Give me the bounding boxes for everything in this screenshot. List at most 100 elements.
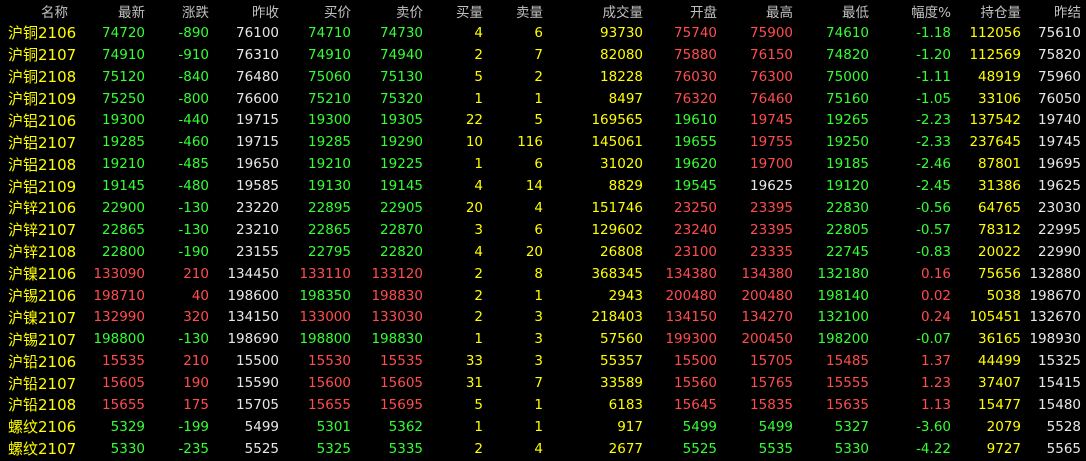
cell-open: 200480 — [665, 287, 717, 304]
header-bid-volume[interactable]: 买量 — [428, 0, 488, 22]
cell-prev-settle: 132670 — [1029, 309, 1081, 326]
cell-low: 22830 — [826, 199, 869, 216]
cell-prev-close: 134150 — [227, 309, 279, 326]
table-row[interactable]: 沪镍2106 133090 210 134450 133110 133120 2 8 36834… — [0, 263, 1086, 285]
cell-ask-volume: 8 — [534, 265, 543, 282]
cell-bid-volume: 5 — [474, 396, 483, 413]
cell-high: 76300 — [750, 68, 793, 85]
cell-prev-settle: 132880 — [1029, 265, 1081, 282]
table-row[interactable]: 沪锡2107 198800 -130 198690 198800 198830 1 3 5756… — [0, 328, 1086, 350]
cell-change: 210 — [183, 353, 209, 370]
cell-high: 200450 — [741, 331, 793, 348]
cell-ask-volume: 6 — [534, 156, 543, 173]
cell-open-interest: 37407 — [978, 375, 1021, 392]
cell-name: 沪铜2107 — [8, 46, 77, 65]
cell-open-interest: 75656 — [978, 265, 1021, 282]
table-row[interactable]: 沪锌2107 22865 -130 23210 22865 22870 3 6 129602 23… — [0, 219, 1086, 241]
table-row[interactable]: 沪锌2106 22900 -130 23220 22895 22905 20 4 151746 2… — [0, 197, 1086, 219]
header-ask[interactable]: 卖价 — [356, 0, 428, 22]
cell-ask: 22820 — [380, 243, 423, 260]
cell-low: 74610 — [826, 24, 869, 41]
header-prev-settle[interactable]: 昨结 — [1026, 0, 1086, 22]
cell-name: 螺纹2106 — [8, 418, 77, 437]
cell-last: 198710 — [93, 287, 145, 304]
cell-open: 15645 — [674, 396, 717, 413]
header-bid[interactable]: 买价 — [284, 0, 356, 22]
cell-open: 76320 — [674, 90, 717, 107]
table-row[interactable]: 沪铝2108 19210 -485 19650 19210 19225 1 6 31020 196… — [0, 153, 1086, 175]
header-change[interactable]: 涨跌 — [150, 0, 214, 22]
cell-change: 40 — [191, 287, 209, 304]
header-prev-close[interactable]: 昨收 — [214, 0, 284, 22]
cell-prev-settle: 76050 — [1038, 90, 1081, 107]
cell-name: 沪锌2107 — [8, 221, 77, 240]
header-last[interactable]: 最新 — [80, 0, 150, 22]
table-row[interactable]: 螺纹2107 5330 -235 5525 5325 5335 2 4 2677 5525 5535… — [0, 438, 1086, 460]
cell-prev-close: 76310 — [236, 46, 279, 63]
table-row[interactable]: 沪铅2107 15605 190 15590 15600 15605 31 7 33589 155… — [0, 372, 1086, 394]
header-volume[interactable]: 成交量 — [548, 0, 648, 22]
cell-prev-settle: 23030 — [1038, 199, 1081, 216]
table-row[interactable]: 沪锌2108 22800 -190 23155 22795 22820 4 20 26808 23… — [0, 241, 1086, 263]
cell-low: 198200 — [817, 331, 869, 348]
cell-bid: 74910 — [308, 46, 351, 63]
cell-low: 19185 — [826, 156, 869, 173]
cell-change-pct: -0.07 — [916, 331, 951, 348]
header-open[interactable]: 开盘 — [648, 0, 722, 22]
cell-low: 75000 — [826, 68, 869, 85]
cell-ask-volume: 3 — [534, 309, 543, 326]
table-row[interactable]: 沪铜2108 75120 -840 76480 75060 75130 5 2 18228 760… — [0, 66, 1086, 88]
cell-bid-volume: 22 — [465, 112, 483, 129]
table-row[interactable]: 沪铅2108 15655 175 15705 15655 15695 5 1 6183 15645… — [0, 394, 1086, 416]
cell-change: -840 — [178, 68, 209, 85]
cell-last: 75120 — [102, 68, 145, 85]
cell-open-interest: 2079 — [986, 418, 1021, 435]
cell-ask-volume: 7 — [534, 46, 543, 63]
table-row[interactable]: 沪锡2106 198710 40 198600 198350 198830 2 1 2943 20… — [0, 285, 1086, 307]
cell-change: -485 — [178, 156, 209, 173]
header-open-interest[interactable]: 持仓量 — [956, 0, 1026, 22]
table-row[interactable]: 沪铜2106 74720 -890 76100 74710 74730 4 6 93730 757… — [0, 22, 1086, 44]
cell-ask: 22905 — [380, 199, 423, 216]
cell-prev-close: 198600 — [227, 287, 279, 304]
cell-volume: 82080 — [600, 46, 643, 63]
cell-bid: 15600 — [308, 375, 351, 392]
cell-ask-volume: 116 — [517, 134, 543, 151]
header-high[interactable]: 最高 — [722, 0, 798, 22]
table-row[interactable]: 沪镍2107 132990 320 134150 133000 133030 2 3 21840… — [0, 306, 1086, 328]
table-row[interactable]: 沪铝2109 19145 -480 19585 19130 19145 4 14 8829 195… — [0, 175, 1086, 197]
cell-change: -480 — [178, 178, 209, 195]
cell-open: 75880 — [674, 46, 717, 63]
table-row[interactable]: 沪铝2107 19285 -460 19715 19285 19290 10 116 14506… — [0, 131, 1086, 153]
table-row[interactable]: 沪铝2106 19300 -440 19715 19300 19305 22 5 169565 1… — [0, 109, 1086, 131]
cell-last: 75250 — [102, 90, 145, 107]
cell-high: 76150 — [750, 46, 793, 63]
header-ask-volume[interactable]: 卖量 — [488, 0, 548, 22]
cell-bid-volume: 33 — [465, 353, 483, 370]
table-row[interactable]: 沪铜2107 74910 -910 76310 74910 74940 2 7 82080 758… — [0, 44, 1086, 66]
cell-change: -890 — [178, 24, 209, 41]
table-row[interactable]: 沪铜2109 75250 -800 76600 75210 75320 1 1 8497 7632… — [0, 88, 1086, 110]
cell-prev-close: 76100 — [236, 24, 279, 41]
cell-ask-volume: 1 — [534, 90, 543, 107]
cell-open-interest: 105451 — [969, 309, 1021, 326]
cell-bid: 133000 — [299, 309, 351, 326]
header-low[interactable]: 最低 — [798, 0, 874, 22]
cell-high: 134270 — [741, 309, 793, 326]
header-change-pct[interactable]: 幅度% — [874, 0, 956, 22]
cell-bid-volume: 3 — [474, 221, 483, 238]
cell-prev-close: 5499 — [244, 418, 279, 435]
cell-ask-volume: 6 — [534, 221, 543, 238]
cell-name: 沪铅2108 — [8, 396, 77, 415]
table-body: 沪铜2106 74720 -890 76100 74710 74730 4 6 93730 757… — [0, 22, 1086, 460]
cell-volume: 8497 — [608, 90, 643, 107]
cell-open-interest: 48919 — [978, 68, 1021, 85]
cell-bid-volume: 1 — [474, 156, 483, 173]
cell-last: 15535 — [102, 353, 145, 370]
table-row[interactable]: 沪铅2106 15535 210 15500 15530 15535 33 3 55357 155… — [0, 350, 1086, 372]
cell-open-interest: 33106 — [978, 90, 1021, 107]
cell-change-pct: -3.60 — [916, 418, 951, 435]
cell-ask-volume: 6 — [534, 24, 543, 41]
header-name[interactable]: 名称 — [0, 0, 80, 22]
table-row[interactable]: 螺纹2106 5329 -199 5499 5301 5362 1 1 917 5499 5499 5… — [0, 416, 1086, 438]
